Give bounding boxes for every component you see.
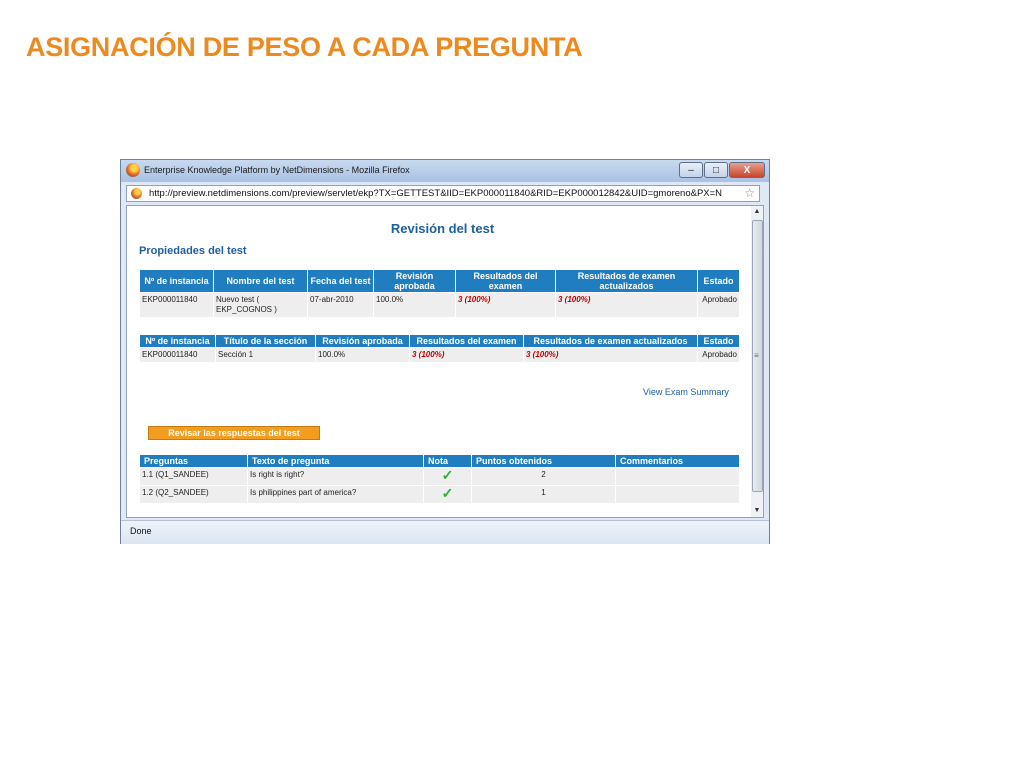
- window-title: Enterprise Knowledge Platform by NetDime…: [144, 165, 410, 175]
- address-bar[interactable]: http://preview.netdimensions.com/preview…: [126, 185, 760, 202]
- table-row: EKP000011840 Sección 1 100.0% 3 (100%) 3…: [139, 347, 740, 363]
- table-cell: 3 (100%): [555, 292, 698, 318]
- grade-cell: ✓: [423, 485, 472, 504]
- table-cell: 3 (100%): [409, 347, 524, 363]
- close-button[interactable]: X: [729, 162, 765, 178]
- column-header: Título de la sección: [215, 334, 316, 348]
- table-row: EKP000011840 Nuevo test ( EKP_COGNOS ) 0…: [139, 292, 740, 318]
- grade-cell: ✓: [423, 467, 472, 486]
- table-cell: Aprobado: [697, 347, 740, 363]
- bookmark-star-icon[interactable]: ☆: [744, 186, 755, 200]
- review-answers-button[interactable]: Revisar las respuestas del test: [148, 426, 320, 440]
- window-controls: – □ X: [678, 162, 765, 178]
- column-header: Resultados de examen actualizados: [523, 334, 698, 348]
- check-icon: ✓: [441, 485, 454, 501]
- table-cell: 100.0%: [315, 347, 410, 363]
- points-cell: 1: [471, 485, 616, 504]
- column-header: Commentarios: [615, 454, 740, 468]
- column-header: Estado: [697, 269, 740, 293]
- table-cell: EKP000011840: [139, 347, 216, 363]
- test-properties-table: Nº de instancia Nombre del test Fecha de…: [139, 269, 740, 318]
- scroll-down-arrow-icon[interactable]: ▼: [751, 505, 763, 517]
- column-header: Puntos obtenidos: [471, 454, 616, 468]
- column-header: Fecha del test: [307, 269, 374, 293]
- page-content: Revisión del test Propiedades del test N…: [126, 205, 757, 518]
- column-header: Resultados del examen: [409, 334, 524, 348]
- column-header: Nº de instancia: [139, 269, 214, 293]
- table-row: 1.1 (Q1_SANDEE) Is right is right? ✓ 2: [139, 467, 740, 486]
- table-cell: Sección 1: [215, 347, 316, 363]
- check-icon: ✓: [441, 467, 454, 483]
- table-header-row: Preguntas Texto de pregunta Nota Puntos …: [139, 454, 740, 468]
- table-row: 1.2 (Q2_SANDEE) Is philippines part of a…: [139, 485, 740, 504]
- column-header: Revisión aprobada: [373, 269, 456, 293]
- table-header-row: Nº de instancia Nombre del test Fecha de…: [139, 269, 740, 293]
- firefox-icon: [126, 163, 140, 177]
- column-header: Nombre del test: [213, 269, 308, 293]
- table-cell: 100.0%: [373, 292, 456, 318]
- url-text[interactable]: http://preview.netdimensions.com/preview…: [149, 188, 722, 199]
- question-id: 1.2 (Q2_SANDEE): [139, 485, 248, 504]
- column-header: Revisión aprobada: [315, 334, 410, 348]
- table-cell: 3 (100%): [455, 292, 556, 318]
- status-text: Done: [130, 526, 152, 536]
- status-bar: Done: [121, 520, 769, 544]
- column-header: Preguntas: [139, 454, 248, 468]
- questions-table: Preguntas Texto de pregunta Nota Puntos …: [139, 454, 740, 504]
- column-header: Resultados del examen: [455, 269, 556, 293]
- column-header: Estado: [697, 334, 740, 348]
- grip-icon: ≡: [754, 351, 759, 360]
- slide-title: ASIGNACIÓN DE PESO A CADA PREGUNTA: [26, 32, 583, 62]
- maximize-button[interactable]: □: [704, 162, 728, 178]
- table-cell: Aprobado: [697, 292, 740, 318]
- section-table: Nº de instancia Título de la sección Rev…: [139, 334, 740, 363]
- table-cell: Nuevo test ( EKP_COGNOS ): [213, 292, 308, 318]
- column-header: Resultados de examen actualizados: [555, 269, 698, 293]
- table-cell: EKP000011840: [139, 292, 214, 318]
- column-header: Nota: [423, 454, 472, 468]
- points-cell: 2: [471, 467, 616, 486]
- column-header: Texto de pregunta: [247, 454, 424, 468]
- minimize-button[interactable]: –: [679, 162, 703, 178]
- table-header-row: Nº de instancia Título de la sección Rev…: [139, 334, 740, 348]
- section-heading: Propiedades del test: [139, 245, 247, 257]
- view-exam-summary-link[interactable]: View Exam Summary: [643, 387, 729, 397]
- comment-cell: [615, 467, 740, 486]
- scroll-up-arrow-icon[interactable]: ▲: [751, 206, 763, 218]
- scrollbar-thumb[interactable]: ≡: [752, 220, 763, 492]
- column-header: Nº de instancia: [139, 334, 216, 348]
- table-cell: 3 (100%): [523, 347, 698, 363]
- page-heading: Revisión del test: [390, 221, 495, 236]
- window-titlebar[interactable]: Enterprise Knowledge Platform by NetDime…: [121, 160, 769, 182]
- question-text: Is right is right?: [247, 467, 424, 486]
- browser-window: Enterprise Knowledge Platform by NetDime…: [120, 159, 770, 544]
- comment-cell: [615, 485, 740, 504]
- question-id: 1.1 (Q1_SANDEE): [139, 467, 248, 486]
- site-favicon-icon: [131, 188, 142, 199]
- question-text: Is philippines part of america?: [247, 485, 424, 504]
- vertical-scrollbar[interactable]: ▲ ≡ ▼: [751, 205, 764, 518]
- table-cell: 07-abr-2010: [307, 292, 374, 318]
